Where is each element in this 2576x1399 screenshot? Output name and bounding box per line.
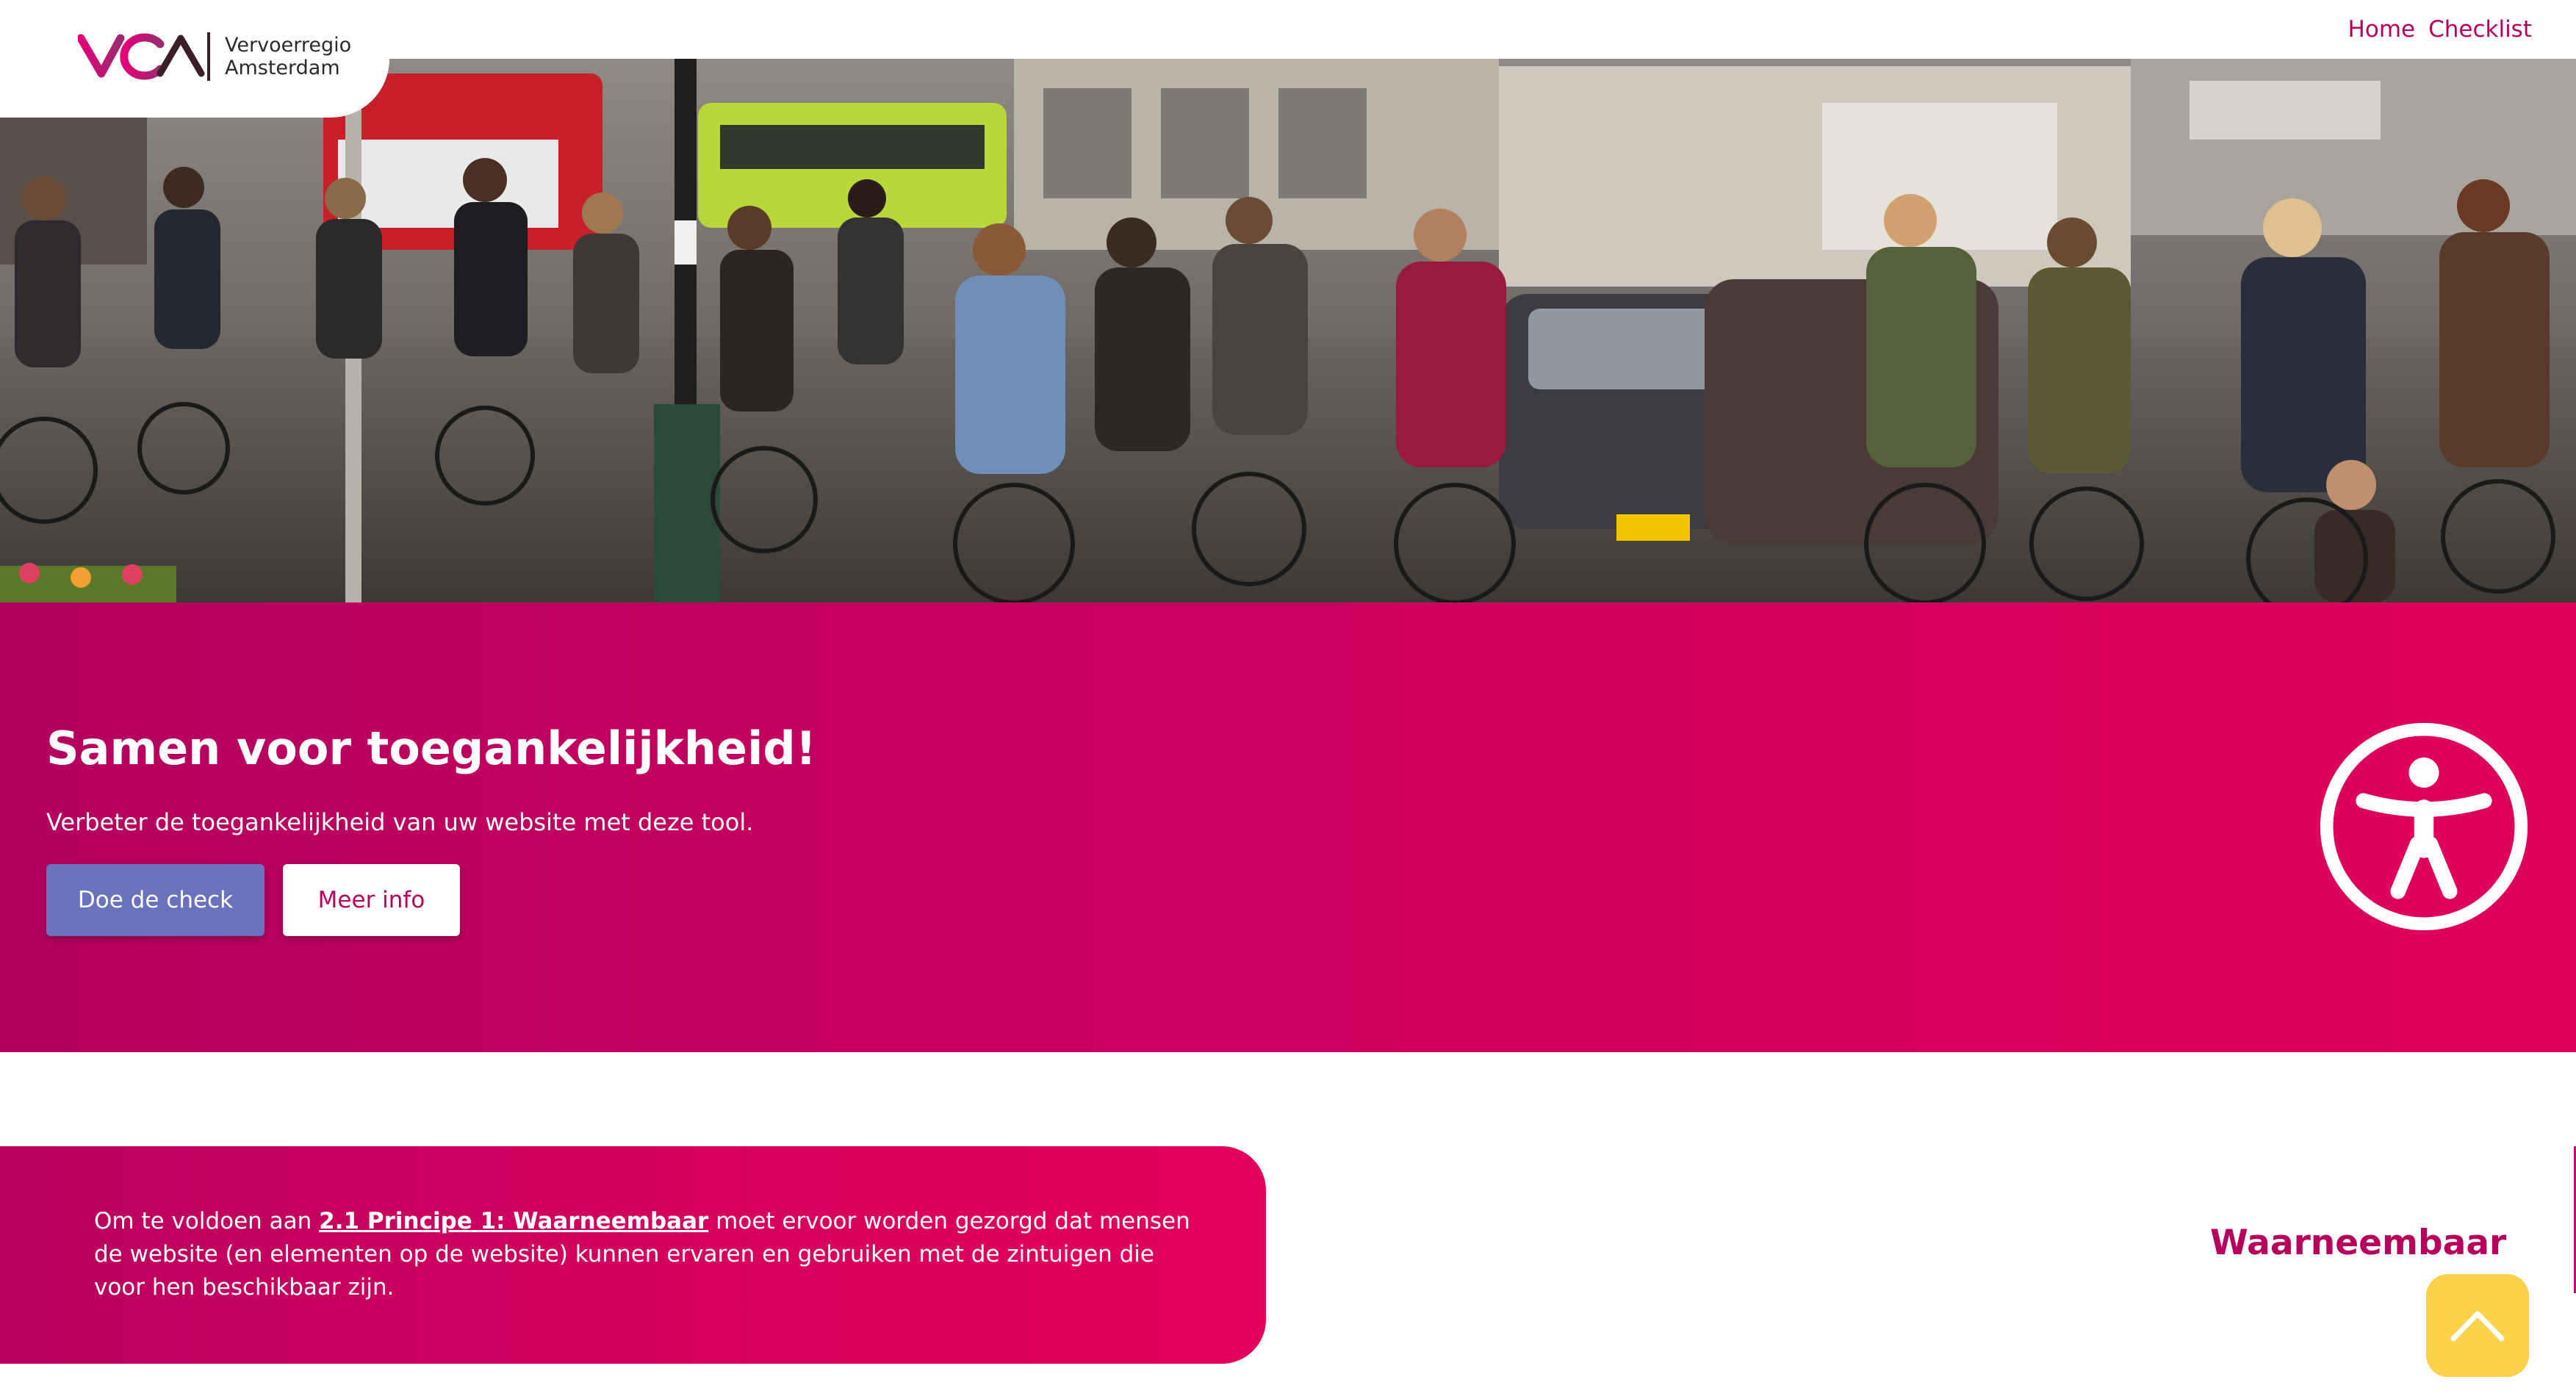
hero-banner: Samen voor toegankelijkheid! Verbeter de… xyxy=(0,603,2576,1052)
principle-intro: Om te voldoen aan xyxy=(94,1208,320,1234)
nav-home-link[interactable]: Home xyxy=(2348,16,2416,43)
vra-logo-mark xyxy=(78,33,205,80)
principle-text: Om te voldoen aan 2.1 Principe 1: Waarne… xyxy=(94,1205,1211,1304)
more-info-button[interactable]: Meer info xyxy=(283,864,460,936)
logo-text: Vervoerregio Amsterdam xyxy=(225,34,386,79)
accessibility-icon xyxy=(2320,722,2528,931)
logo-divider xyxy=(207,32,210,81)
main-nav: Home Checklist xyxy=(2348,16,2532,43)
logo-line-2: Amsterdam xyxy=(225,57,340,79)
logo-line-1: Vervoerregio xyxy=(225,34,352,57)
banner-title: Samen voor toegankelijkheid! xyxy=(46,722,816,775)
banner-subtitle: Verbeter de toegankelijkheid van uw webs… xyxy=(46,808,754,836)
logo-container[interactable]: Vervoerregio Amsterdam xyxy=(0,0,389,118)
do-check-button[interactable]: Doe de check xyxy=(46,864,265,936)
hero-image xyxy=(0,59,2576,603)
chevron-up-icon xyxy=(2450,1311,2505,1342)
nav-checklist-link[interactable]: Checklist xyxy=(2428,16,2532,43)
principle-heading: Waarneembaar xyxy=(2210,1223,2507,1263)
principle-card: Om te voldoen aan 2.1 Principe 1: Waarne… xyxy=(0,1146,1266,1364)
principle-link[interactable]: 2.1 Principe 1: Waarneembaar xyxy=(319,1208,708,1234)
scroll-top-button[interactable] xyxy=(2426,1274,2529,1377)
page: Vervoerregio Amsterdam Home Checklist Sa… xyxy=(0,0,2576,1399)
